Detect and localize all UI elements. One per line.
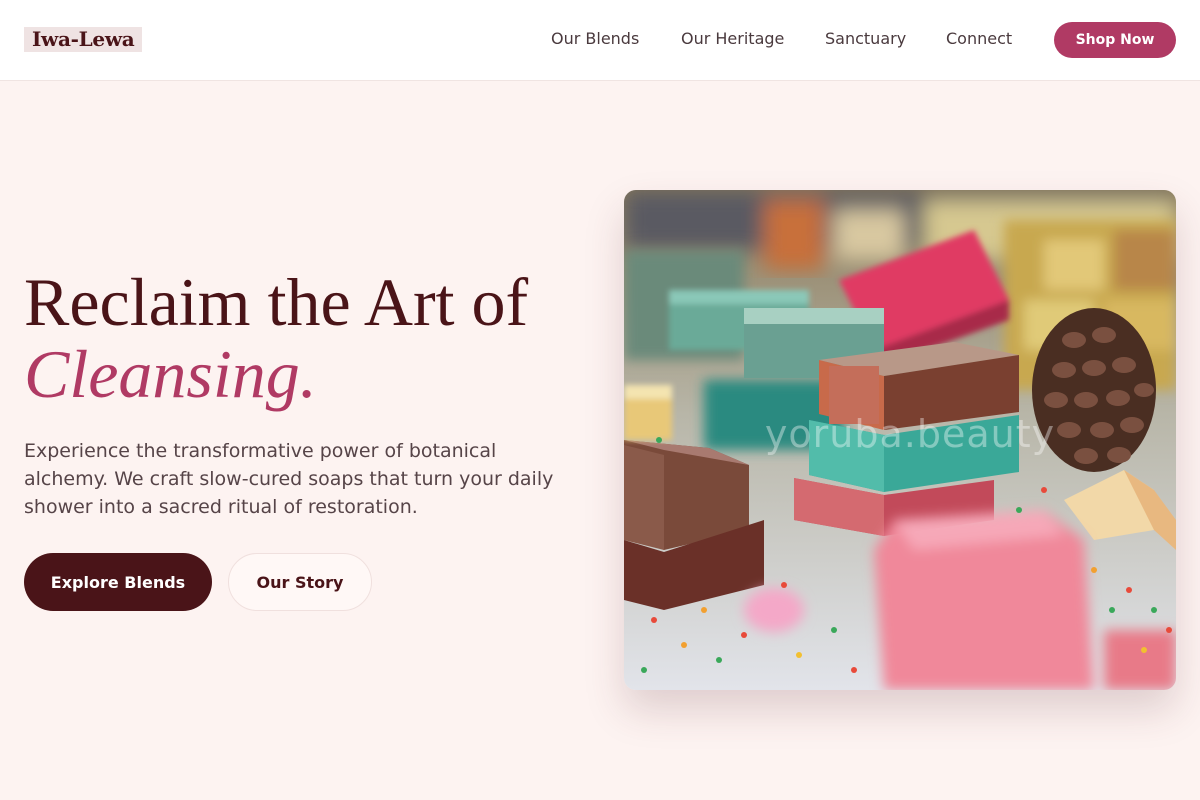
nav-link-our-blends[interactable]: Our Blends xyxy=(551,28,639,50)
hero-headline-line1: Reclaim the Art of xyxy=(24,264,529,340)
hero-subtitle: Experience the transformative power of b… xyxy=(24,440,554,518)
hero-headline-accent: Cleansing. xyxy=(24,336,317,412)
brand-logo[interactable]: Iwa-Lewa xyxy=(24,27,143,52)
hero-soap-image: yoruba.beauty xyxy=(624,190,1176,690)
explore-blends-button[interactable]: Explore Blends xyxy=(24,553,212,611)
soap-illustration xyxy=(624,190,1176,690)
nav-link-our-heritage[interactable]: Our Heritage xyxy=(681,28,784,50)
shop-now-button[interactable]: Shop Now xyxy=(1054,22,1176,58)
nav-link-connect[interactable]: Connect xyxy=(946,28,1012,50)
site-header: Iwa-Lewa Our Blends Our Heritage Sanctua… xyxy=(0,0,1200,81)
nav-link-sanctuary[interactable]: Sanctuary xyxy=(825,28,906,50)
hero-headline: Reclaim the Art of Cleansing. xyxy=(24,266,604,410)
our-story-button[interactable]: Our Story xyxy=(228,553,372,611)
